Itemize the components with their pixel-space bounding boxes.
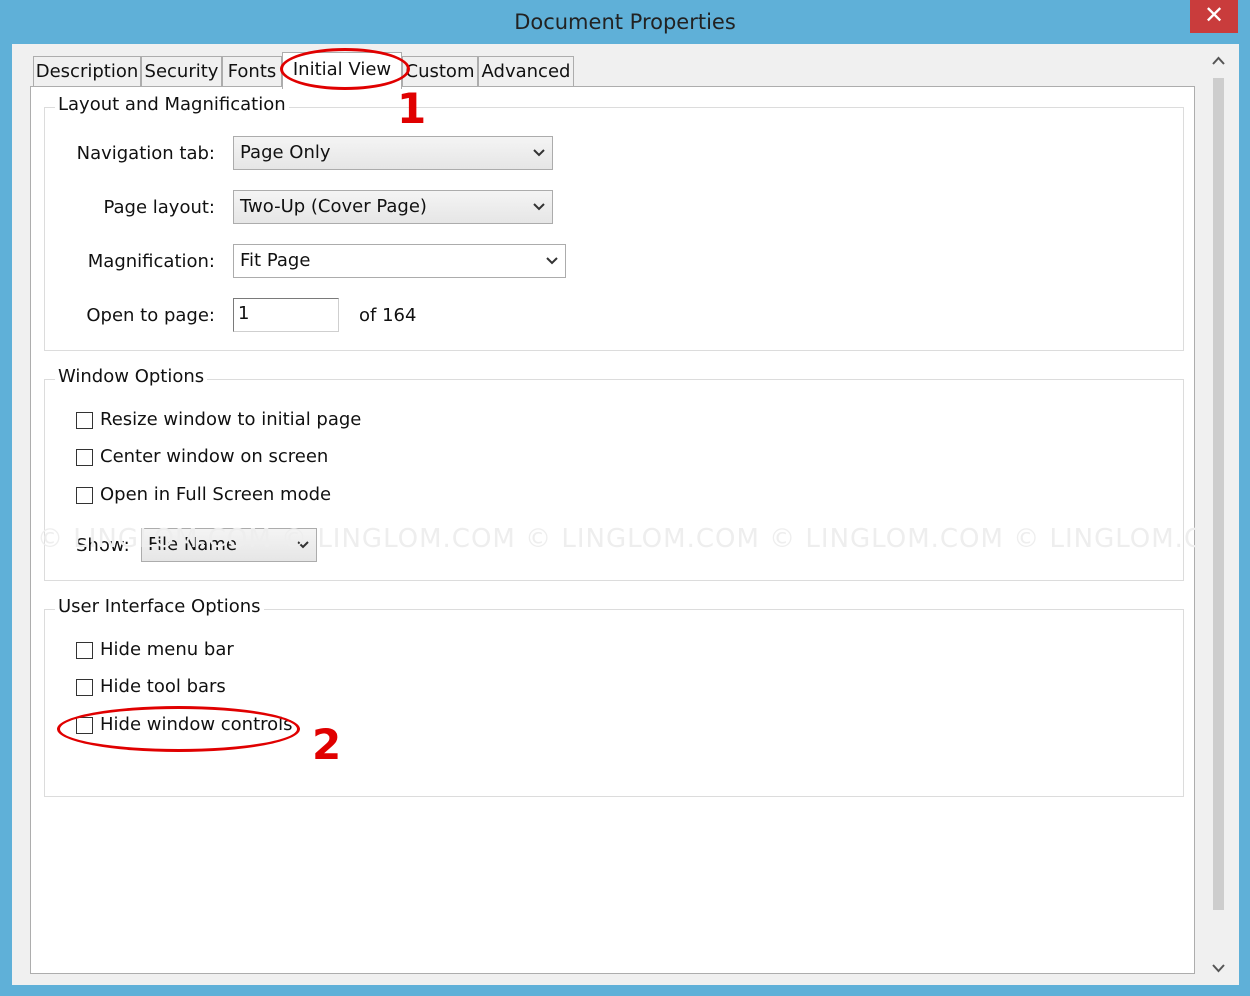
annotation-number-1: 1 [397, 84, 427, 133]
tab-fonts[interactable]: Fonts [222, 56, 282, 87]
page-layout-label: Page layout: [103, 197, 215, 218]
full-screen-checkbox[interactable] [76, 487, 93, 504]
tab-description[interactable]: Description [33, 56, 141, 87]
hide-menu-bar-label: Hide menu bar [100, 639, 234, 660]
page-layout-value: Two-Up (Cover Page) [240, 196, 427, 217]
resize-window-checkbox[interactable] [76, 412, 93, 429]
tab-advanced[interactable]: Advanced [478, 56, 574, 87]
magnification-label: Magnification: [87, 251, 215, 272]
dialog-client-area: Description Security Fonts Initial View … [12, 44, 1239, 985]
center-window-label: Center window on screen [100, 446, 329, 467]
center-window-checkbox[interactable] [76, 449, 93, 466]
open-to-page-input[interactable]: 1 [233, 298, 339, 332]
vertical-scrollbar[interactable] [1198, 44, 1239, 985]
watermark: © LINGLOM.COM © LINGLOM.COM © LINGLOM.CO… [37, 524, 1197, 554]
annotation-circle-tab [280, 48, 410, 90]
annotation-circle-checkbox [57, 706, 300, 752]
resize-window-label: Resize window to initial page [100, 409, 362, 430]
hide-menu-bar-checkbox[interactable] [76, 642, 93, 659]
navigation-tab-label: Navigation tab: [76, 143, 215, 164]
full-screen-label: Open in Full Screen mode [100, 484, 332, 505]
scroll-down-icon[interactable] [1198, 951, 1239, 985]
hide-tool-bars-label: Hide tool bars [100, 676, 226, 697]
open-to-page-label: Open to page: [86, 305, 215, 326]
magnification-combobox[interactable]: Fit Page [233, 244, 566, 278]
group-title: Layout and Magnification [55, 94, 289, 115]
chevron-down-icon [533, 149, 545, 157]
scroll-thumb[interactable] [1213, 78, 1224, 910]
annotation-number-2: 2 [312, 720, 342, 769]
group-title: User Interface Options [55, 596, 264, 617]
chevron-down-icon [546, 257, 558, 265]
page-count-text: of 164 [359, 305, 417, 326]
chevron-down-icon [533, 203, 545, 211]
tab-custom[interactable]: Custom [402, 56, 478, 87]
group-title: Window Options [55, 366, 208, 387]
scroll-up-icon[interactable] [1198, 44, 1239, 78]
layout-magnification-group: Layout and Magnification Navigation tab:… [44, 94, 1184, 351]
page-layout-dropdown[interactable]: Two-Up (Cover Page) [233, 190, 553, 224]
navigation-tab-value: Page Only [240, 142, 331, 163]
close-button[interactable]: ✕ [1190, 0, 1238, 33]
navigation-tab-dropdown[interactable]: Page Only [233, 136, 553, 170]
tab-security[interactable]: Security [141, 56, 222, 87]
initial-view-panel: © LINGLOM.COM © LINGLOM.COM © LINGLOM.CO… [30, 86, 1197, 974]
title-bar: Document Properties ✕ [0, 0, 1250, 44]
user-interface-options-group: User Interface Options Hide menu bar Hid… [44, 596, 1184, 797]
window-title: Document Properties [514, 10, 736, 34]
open-to-page-value: 1 [238, 303, 250, 324]
hide-tool-bars-checkbox[interactable] [76, 679, 93, 696]
magnification-value: Fit Page [240, 250, 311, 271]
document-properties-window: Document Properties ✕ Description Securi… [0, 0, 1250, 996]
